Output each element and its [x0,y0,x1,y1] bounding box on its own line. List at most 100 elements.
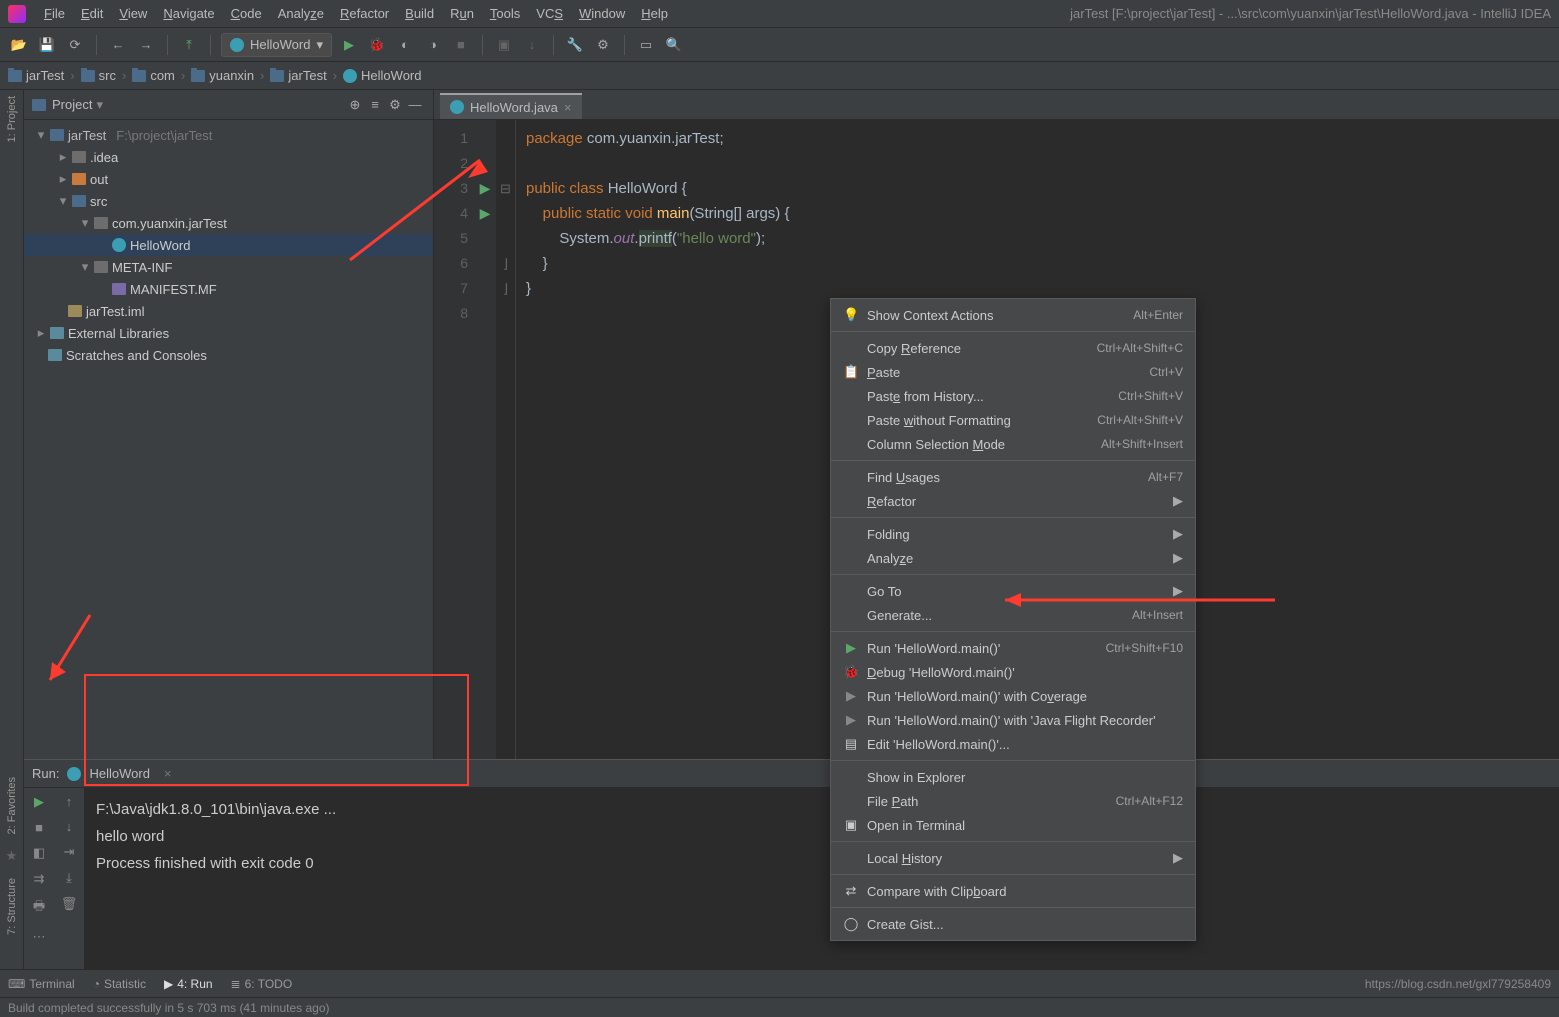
tab-favorites[interactable]: 2: Favorites [6,777,18,834]
coverage-icon[interactable]: ◐ [394,34,416,56]
layout-icon[interactable]: ◧ [33,845,45,861]
run-line-icon[interactable]: ▶ [474,176,496,201]
search-icon[interactable]: 🔍 [663,34,685,56]
save-icon[interactable]: 💾 [36,34,58,56]
scroll-icon[interactable]: ⤓ [66,870,72,886]
update-icon[interactable]: ↓ [521,34,543,56]
tree-node-iml[interactable]: jarTest.iml [24,300,433,322]
context-menu-item[interactable]: ▶Run 'HelloWord.main()' with Coverage [831,684,1195,708]
collapse-icon[interactable]: ≡ [365,97,385,112]
crumb[interactable]: yuanxin [191,68,254,83]
expand-icon[interactable]: ▸ [58,149,68,165]
crumb[interactable]: com [132,68,175,83]
pin-icon[interactable]: ⇉ [34,871,45,887]
context-menu-item[interactable]: 💡Show Context ActionsAlt+Enter [831,303,1195,327]
run-icon[interactable]: ▶ [338,34,360,56]
expand-icon[interactable]: ▾ [80,259,90,275]
chevron-down-icon[interactable]: ▾ [96,97,103,113]
locate-icon[interactable]: ⊕ [345,97,365,113]
context-menu-item[interactable]: ▶Run 'HelloWord.main()' with 'Java Fligh… [831,708,1195,732]
context-menu-item[interactable]: Show in Explorer [831,765,1195,789]
context-menu-item[interactable]: Go To▶ [831,579,1195,603]
expand-icon[interactable]: ▾ [58,193,68,209]
print-icon[interactable]: 🖶 [33,897,45,919]
profiler-icon[interactable]: ◑ [422,34,444,56]
context-menu-item[interactable]: ▶Run 'HelloWord.main()'Ctrl+Shift+F10 [831,636,1195,660]
context-menu-item[interactable]: Paste without FormattingCtrl+Alt+Shift+V [831,408,1195,432]
menu-run[interactable]: Run [444,4,480,23]
tab-run[interactable]: ▶4: Run [164,977,213,991]
tree-node-out[interactable]: ▸ out [24,168,433,190]
menu-vcs[interactable]: VCS [530,4,569,23]
tree-node-scratch[interactable]: Scratches and Consoles [24,344,433,366]
menu-edit[interactable]: Edit [75,4,109,23]
vcs-icon[interactable]: ▣ [493,34,515,56]
stop-icon[interactable]: ■ [450,34,472,56]
menu-tools[interactable]: Tools [484,4,526,23]
context-menu-item[interactable]: 📋PasteCtrl+V [831,360,1195,384]
structure-icon[interactable]: ⚙ [592,34,614,56]
fold-icon[interactable]: ⊟ [496,176,515,201]
gear-icon[interactable]: ⚙ [385,97,405,113]
hide-icon[interactable]: — [405,97,425,112]
context-menu-item[interactable]: Copy ReferenceCtrl+Alt+Shift+C [831,336,1195,360]
menu-code[interactable]: Code [225,4,268,23]
build-icon[interactable]: ⤒ [178,34,200,56]
menu-navigate[interactable]: Navigate [157,4,220,23]
close-icon[interactable]: × [164,766,172,781]
editor-tab[interactable]: HelloWord.java × [440,93,582,119]
context-menu-item[interactable]: ▤Edit 'HelloWord.main()'... [831,732,1195,756]
debug-icon[interactable]: 🐞 [366,34,388,56]
menu-file[interactable]: File [38,4,71,23]
context-menu-item[interactable]: Find UsagesAlt+F7 [831,465,1195,489]
up-icon[interactable]: ↑ [66,794,73,809]
tab-terminal[interactable]: ⌨Terminal [8,977,75,991]
wrap-icon[interactable]: ⇥ [64,844,75,860]
expand-icon[interactable]: ▸ [36,325,46,341]
tree-node-extlib[interactable]: ▸ External Libraries [24,322,433,344]
run-config-selector[interactable]: HelloWord ▾ [221,33,332,57]
tree-node-src[interactable]: ▾ src [24,190,433,212]
menu-view[interactable]: View [113,4,153,23]
context-menu-item[interactable]: Column Selection ModeAlt+Shift+Insert [831,432,1195,456]
tab-todo[interactable]: ≣6: TODO [231,977,293,991]
tab-statistic[interactable]: ◔Statistic [93,977,146,991]
expand-icon[interactable]: ▾ [36,127,46,143]
more-icon[interactable]: ⋯ [33,929,46,945]
context-menu-item[interactable]: File PathCtrl+Alt+F12 [831,789,1195,813]
context-menu-item[interactable]: Paste from History...Ctrl+Shift+V [831,384,1195,408]
context-menu-item[interactable]: Folding▶ [831,522,1195,546]
tree-node-pkg[interactable]: ▾ com.yuanxin.jarTest [24,212,433,234]
presentation-icon[interactable]: ▭ [635,34,657,56]
menu-build[interactable]: Build [399,4,440,23]
settings-icon[interactable]: 🔧 [564,34,586,56]
context-menu-item[interactable]: Generate...Alt+Insert [831,603,1195,627]
rerun-icon[interactable]: ▶ [34,794,44,810]
refresh-icon[interactable]: ⟳ [64,34,86,56]
crumb[interactable]: src [81,68,116,83]
close-icon[interactable]: × [564,100,572,115]
stop-icon[interactable]: ■ [35,820,43,835]
down-icon[interactable]: ↓ [66,819,73,834]
back-icon[interactable]: ← [107,34,129,56]
tree-node-metainf[interactable]: ▾ META-INF [24,256,433,278]
menu-analyze[interactable]: Analyze [272,4,330,23]
context-menu-item[interactable]: 🐞Debug 'HelloWord.main()' [831,660,1195,684]
context-menu-item[interactable]: ▣Open in Terminal [831,813,1195,837]
context-menu-item[interactable]: Analyze▶ [831,546,1195,570]
context-menu-item[interactable]: Local History▶ [831,846,1195,870]
tree-node-hello[interactable]: HelloWord [24,234,433,256]
expand-icon[interactable]: ▸ [58,171,68,187]
run-line-icon[interactable]: ▶ [474,201,496,226]
context-menu-item[interactable]: ⇄Compare with Clipboard [831,879,1195,903]
context-menu-item[interactable]: Refactor▶ [831,489,1195,513]
tab-project[interactable]: 1: Project [6,96,18,142]
crumb[interactable]: jarTest [270,68,326,83]
trash-icon[interactable]: 🗑 [61,896,78,912]
crumb[interactable]: HelloWord [343,68,421,83]
tree-node-manifest[interactable]: MANIFEST.MF [24,278,433,300]
tree-node-root[interactable]: ▾ jarTest F:\project\jarTest [24,124,433,146]
expand-icon[interactable]: ▾ [80,215,90,231]
forward-icon[interactable]: → [135,34,157,56]
menu-refactor[interactable]: Refactor [334,4,395,23]
